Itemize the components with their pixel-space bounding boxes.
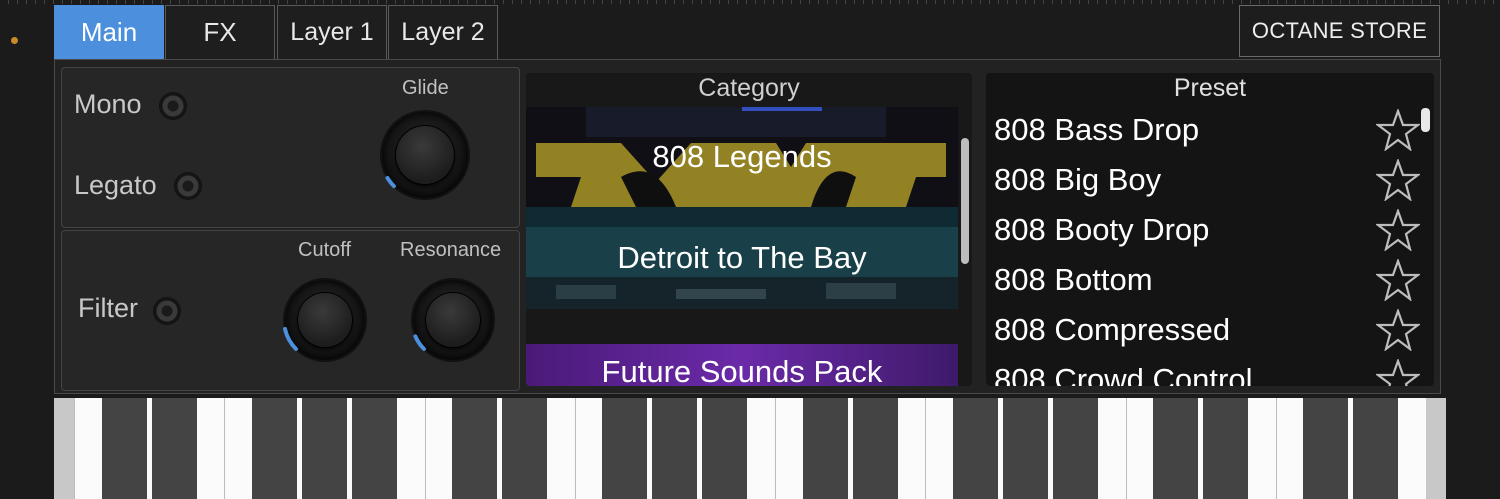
preset-row[interactable]: 808 Big Boy	[986, 155, 1426, 205]
tab-main[interactable]: Main	[54, 5, 164, 59]
filter-toggle[interactable]	[154, 298, 180, 324]
favorite-star-icon[interactable]	[1376, 259, 1420, 301]
filter-label: Filter	[78, 293, 138, 323]
status-indicator-dot	[11, 37, 18, 44]
preset-name: 808 Compressed	[994, 312, 1231, 347]
favorite-star-icon[interactable]	[1376, 359, 1420, 386]
black-key[interactable]	[502, 398, 548, 499]
resonance-label: Resonance	[400, 239, 502, 261]
category-label: Detroit to The Bay	[617, 240, 867, 275]
top-ruler-strip	[0, 0, 1500, 4]
category-label: 808 Legends	[652, 139, 832, 174]
piano-keyboard	[54, 398, 1446, 499]
black-key[interactable]	[802, 398, 848, 499]
black-key[interactable]	[301, 398, 347, 499]
black-key[interactable]	[1203, 398, 1249, 499]
keyboard-scroll-right[interactable]	[1426, 398, 1446, 499]
octane-store-button[interactable]: OCTANE STORE	[1239, 5, 1440, 57]
category-item-808-legends[interactable]: 808 Legends	[526, 107, 958, 207]
preset-name: 808 Crowd Control	[994, 362, 1253, 386]
preset-name: 808 Bottom	[994, 262, 1153, 297]
preset-row[interactable]: 808 Bottom	[986, 255, 1426, 305]
tab-layer-1[interactable]: Layer 1	[277, 5, 387, 59]
black-key[interactable]	[101, 398, 147, 499]
black-key[interactable]	[952, 398, 998, 499]
knob-value-arc	[282, 326, 299, 351]
preset-row[interactable]: 808 Bass Drop	[986, 105, 1426, 155]
category-label: Future Sounds Pack	[601, 354, 883, 386]
favorite-star-icon[interactable]	[1376, 309, 1420, 351]
black-key[interactable]	[1353, 398, 1399, 499]
favorite-star-icon[interactable]	[1376, 109, 1420, 151]
black-key[interactable]	[452, 398, 498, 499]
glide-label: Glide	[402, 77, 449, 99]
black-key[interactable]	[1303, 398, 1349, 499]
knob-value-arc	[413, 334, 427, 351]
tab-bar: Main FX Layer 1 Layer 2	[54, 5, 498, 59]
category-title: Category	[698, 74, 800, 102]
black-key[interactable]	[1002, 398, 1048, 499]
cutoff-knob[interactable]	[274, 274, 376, 366]
black-key[interactable]	[702, 398, 748, 499]
preset-row[interactable]: 808 Compressed	[986, 305, 1426, 355]
black-key[interactable]	[652, 398, 698, 499]
tab-layer-2[interactable]: Layer 2	[388, 5, 498, 59]
preset-scrollbar[interactable]	[1421, 108, 1430, 132]
cutoff-label: Cutoff	[298, 239, 351, 261]
favorite-star-icon[interactable]	[1376, 209, 1420, 251]
tab-fx[interactable]: FX	[165, 5, 275, 59]
category-item-future-sounds-pack[interactable]: Future Sounds Pack	[526, 344, 958, 386]
preset-title: Preset	[1173, 74, 1247, 102]
glide-knob[interactable]	[370, 106, 480, 204]
favorite-star-icon[interactable]	[1376, 159, 1420, 201]
black-key[interactable]	[1153, 398, 1199, 499]
keyboard-scroll-left[interactable]	[54, 398, 74, 499]
category-panel: Category 808 Legends Detroit to The Bay …	[526, 73, 972, 386]
black-key[interactable]	[852, 398, 898, 499]
preset-panel: Preset 808 Bass Drop 808 Big Boy 808 Boo…	[986, 73, 1434, 386]
resonance-knob[interactable]	[402, 274, 504, 366]
preset-name: 808 Big Boy	[994, 162, 1162, 197]
preset-row[interactable]: 808 Crowd Control	[986, 355, 1426, 386]
category-item-detroit-to-the-bay[interactable]: Detroit to The Bay	[526, 207, 958, 309]
preset-row[interactable]: 808 Booty Drop	[986, 205, 1426, 255]
legato-toggle[interactable]	[175, 173, 201, 199]
black-key[interactable]	[151, 398, 197, 499]
black-key[interactable]	[351, 398, 397, 499]
preset-name: 808 Booty Drop	[994, 212, 1210, 247]
black-key[interactable]	[602, 398, 648, 499]
knob-value-arc	[385, 175, 396, 189]
preset-name: 808 Bass Drop	[994, 112, 1200, 147]
mono-toggle[interactable]	[160, 93, 186, 119]
black-key[interactable]	[251, 398, 297, 499]
mono-label: Mono	[74, 89, 142, 119]
legato-label: Legato	[74, 170, 157, 200]
black-key[interactable]	[1052, 398, 1098, 499]
category-scrollbar[interactable]	[961, 138, 969, 264]
